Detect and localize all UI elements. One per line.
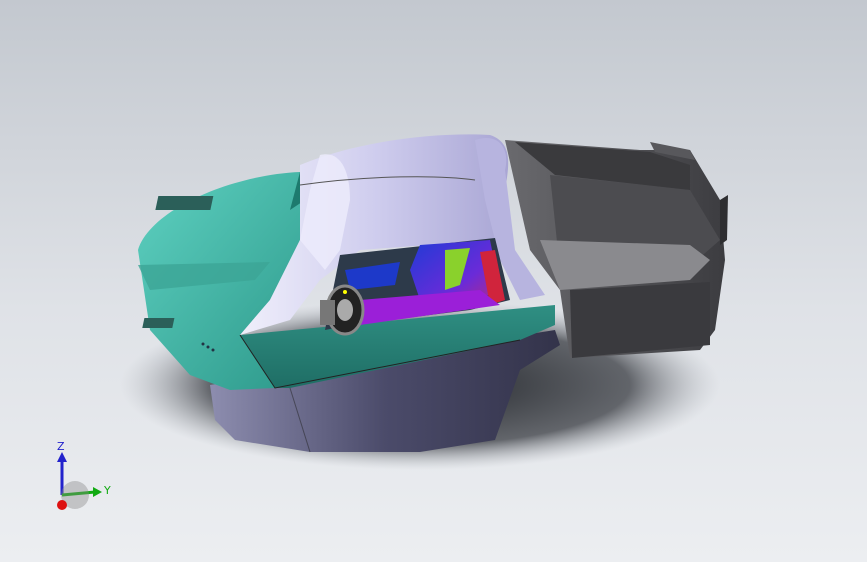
graphics-viewport[interactable]: Z Y bbox=[0, 0, 867, 562]
y-axis-label: Y bbox=[103, 484, 111, 497]
z-axis-label: Z bbox=[57, 440, 65, 453]
cad-model[interactable] bbox=[0, 0, 867, 562]
coordinate-triad: Z Y bbox=[57, 440, 111, 510]
